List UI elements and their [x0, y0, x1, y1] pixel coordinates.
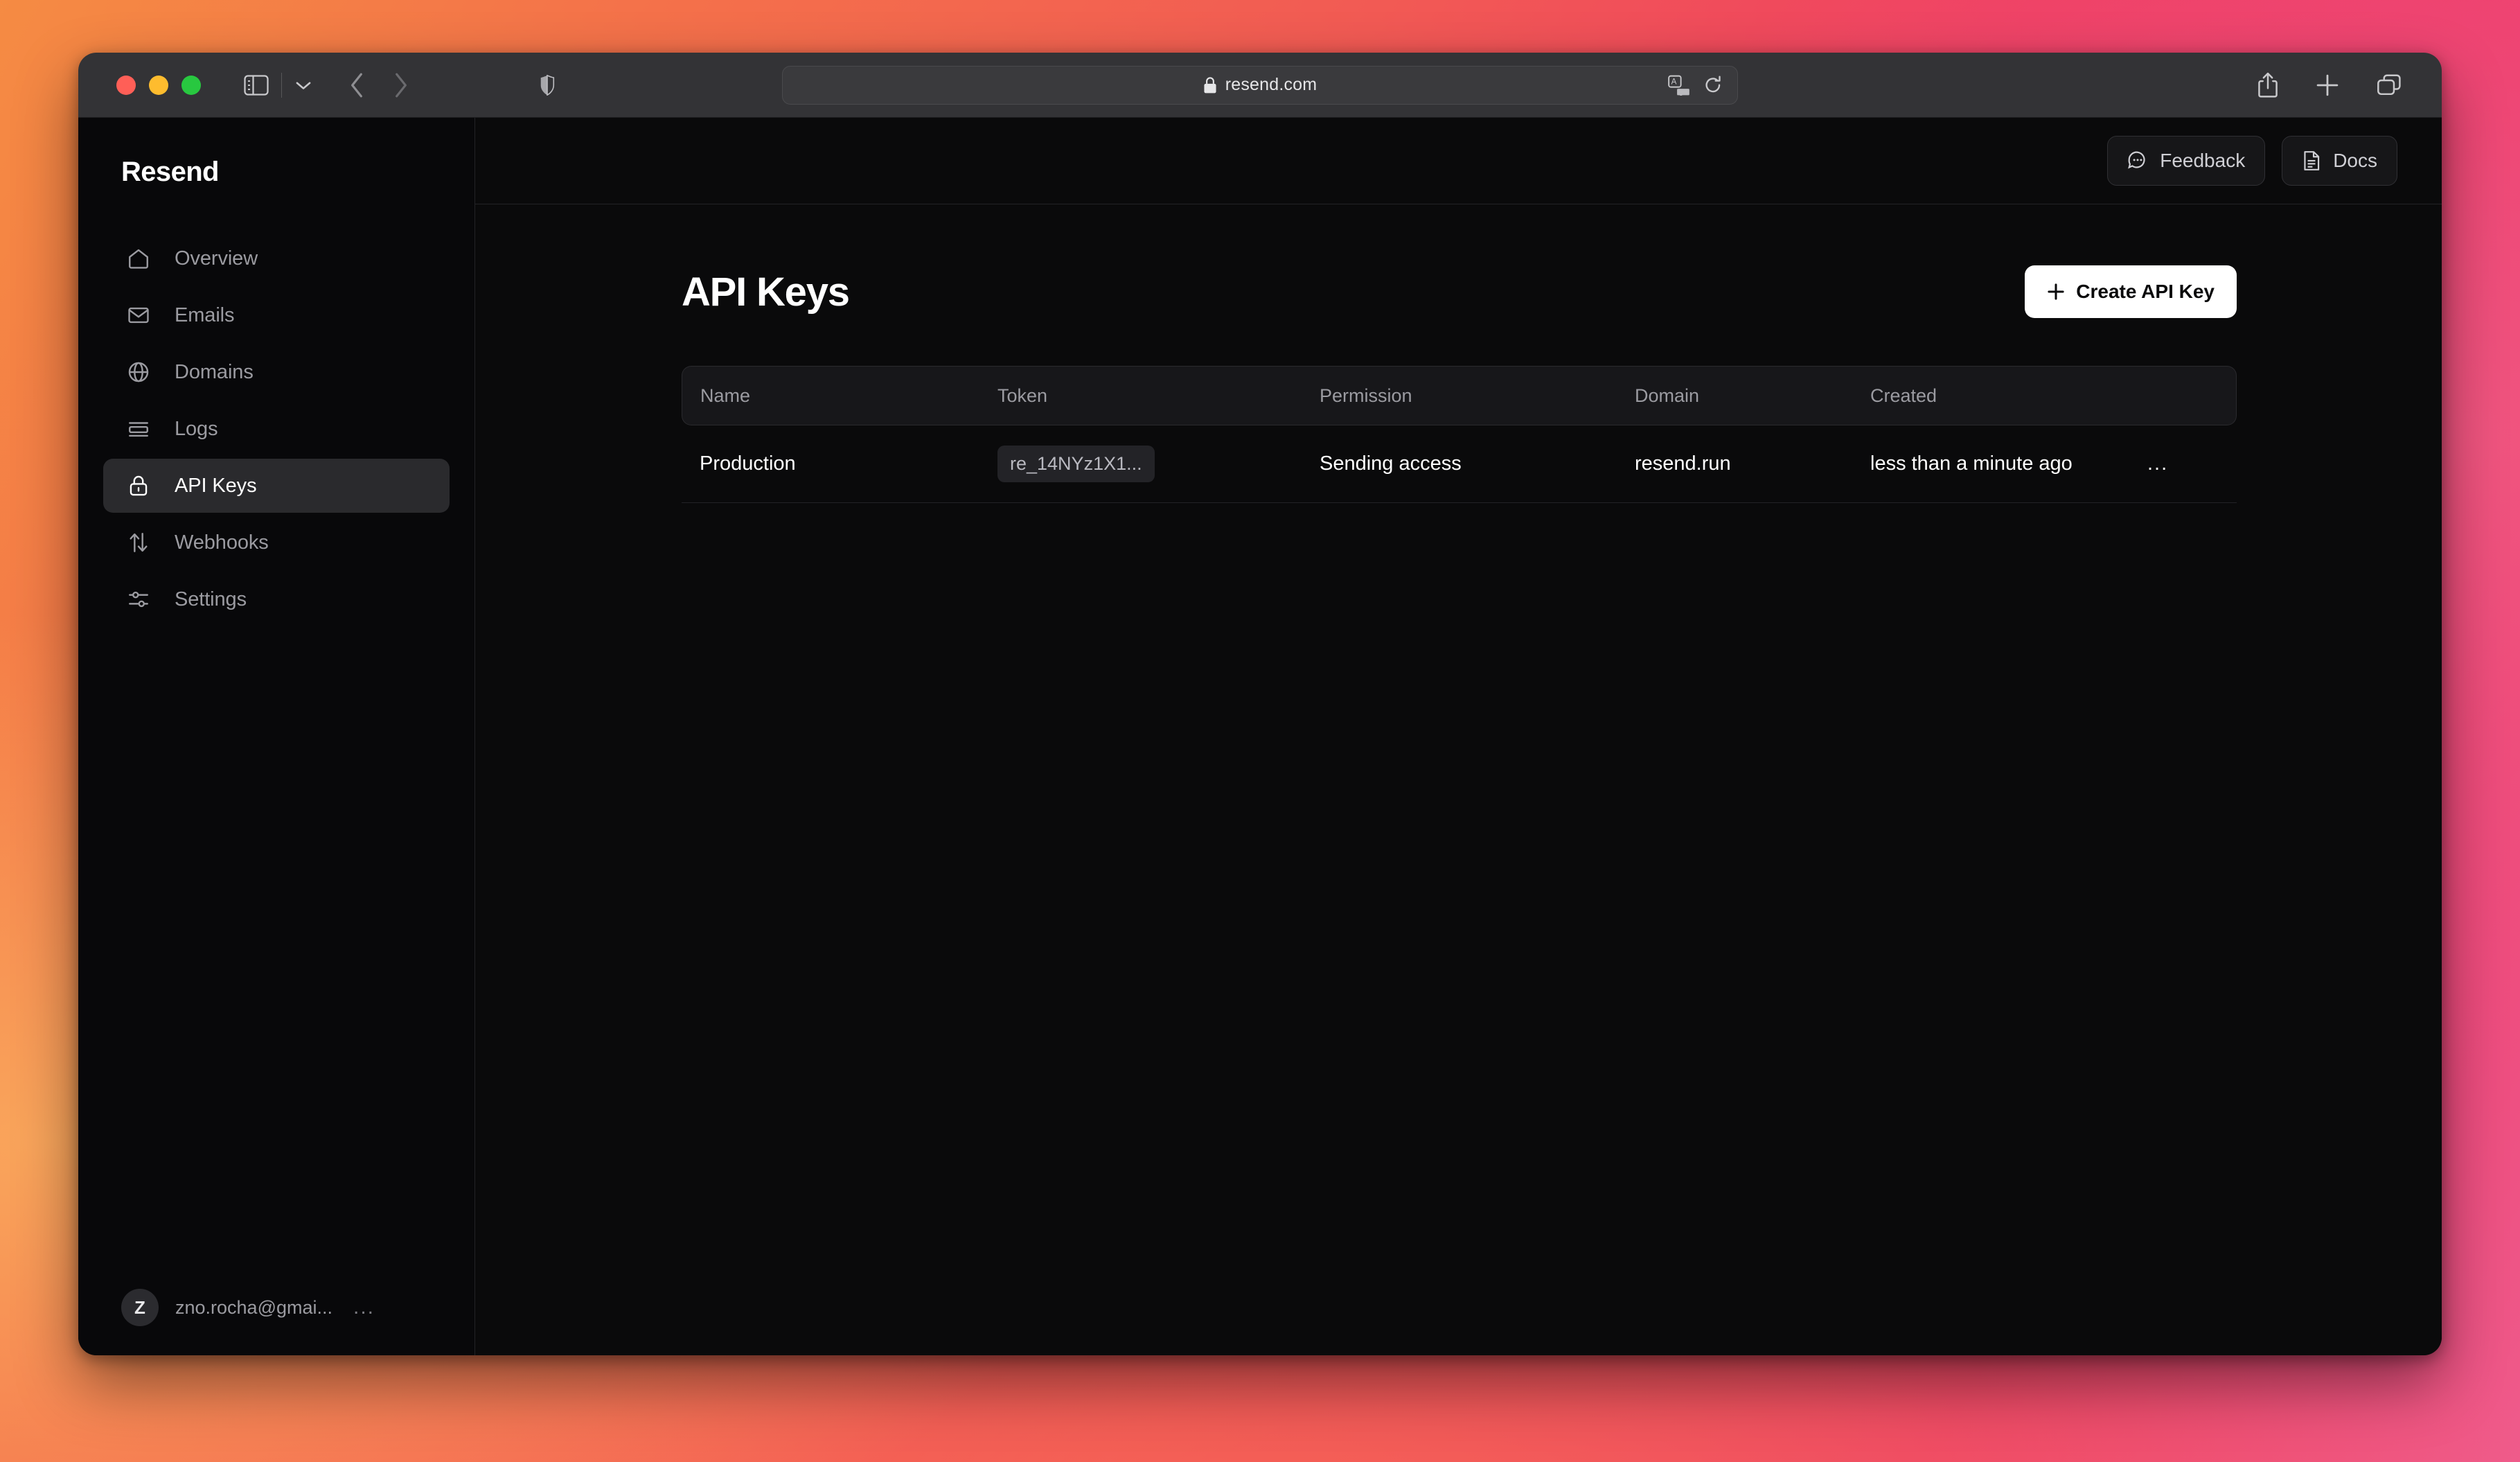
- sidebar: Resend Overview: [78, 118, 475, 1355]
- home-icon: [127, 247, 150, 270]
- cell-created: less than a minute ago: [1852, 425, 2129, 503]
- sidebar-nav: Overview Emails: [78, 231, 474, 626]
- window-traffic-lights: [116, 76, 201, 95]
- sidebar-item-label: API Keys: [175, 475, 256, 497]
- new-tab-button[interactable]: [2316, 73, 2339, 97]
- sidebar-item-overview[interactable]: Overview: [103, 231, 450, 285]
- address-bar-url: resend.com: [1225, 75, 1317, 95]
- back-button[interactable]: [348, 72, 365, 98]
- table-body: Production re_14NYz1X1... Sending access…: [682, 425, 2237, 503]
- plus-icon: [2047, 283, 2065, 301]
- avatar: Z: [121, 1289, 159, 1326]
- sliders-icon: [127, 588, 150, 611]
- logs-icon: [127, 417, 150, 441]
- user-email-label: zno.rocha@gmai...: [175, 1297, 332, 1319]
- cell-token: re_14NYz1X1...: [979, 425, 1302, 503]
- docs-button[interactable]: Docs: [2282, 136, 2397, 186]
- app-topbar: Feedback Docs: [475, 118, 2442, 204]
- document-icon: [2302, 150, 2321, 171]
- app-root: Resend Overview: [78, 118, 2442, 1355]
- minimize-window-button[interactable]: [149, 76, 168, 95]
- sidebar-item-label: Emails: [175, 304, 234, 327]
- shield-icon[interactable]: [540, 75, 555, 96]
- brand-logo-text: Resend: [121, 157, 474, 188]
- sidebar-item-api-keys[interactable]: API Keys: [103, 459, 450, 513]
- close-window-button[interactable]: [116, 76, 136, 95]
- lock-icon: [1203, 76, 1217, 94]
- sidebar-item-emails[interactable]: Emails: [103, 288, 450, 342]
- main-content: Feedback Docs: [475, 118, 2442, 1355]
- chat-bubble-icon: [2127, 150, 2148, 171]
- feedback-button-label: Feedback: [2160, 150, 2245, 172]
- column-header-name: Name: [682, 366, 979, 425]
- sidebar-item-settings[interactable]: Settings: [103, 572, 450, 626]
- user-more-menu-icon[interactable]: ...: [353, 1296, 375, 1319]
- create-api-key-label: Create API Key: [2076, 281, 2215, 303]
- token-chip[interactable]: re_14NYz1X1...: [997, 446, 1155, 482]
- page-header: API Keys Create API Key: [682, 265, 2237, 318]
- sidebar-item-label: Webhooks: [175, 531, 269, 554]
- sidebar-toggle-icon[interactable]: [244, 75, 269, 96]
- column-header-token: Token: [979, 366, 1302, 425]
- page-title: API Keys: [682, 269, 849, 315]
- sidebar-item-label: Settings: [175, 588, 247, 611]
- cell-permission: Sending access: [1302, 425, 1617, 503]
- sidebar-item-domains[interactable]: Domains: [103, 345, 450, 399]
- browser-toolbar: resend.com A: [78, 53, 2442, 118]
- brand[interactable]: Resend: [78, 118, 474, 204]
- chevron-down-icon[interactable]: [294, 79, 312, 91]
- column-header-actions: [2129, 366, 2237, 425]
- sidebar-item-logs[interactable]: Logs: [103, 402, 450, 456]
- table-row[interactable]: Production re_14NYz1X1... Sending access…: [682, 425, 2237, 503]
- sidebar-item-webhooks[interactable]: Webhooks: [103, 516, 450, 570]
- reload-icon[interactable]: [1704, 76, 1722, 95]
- row-actions-menu-icon[interactable]: ...: [2129, 425, 2237, 503]
- docs-button-label: Docs: [2333, 150, 2377, 172]
- share-icon[interactable]: [2257, 72, 2278, 98]
- cell-name: Production: [682, 425, 979, 503]
- arrows-updown-icon: [127, 531, 150, 554]
- envelope-icon: [127, 303, 150, 327]
- globe-icon: [127, 360, 150, 384]
- create-api-key-button[interactable]: Create API Key: [2025, 265, 2237, 318]
- sidebar-item-label: Overview: [175, 247, 258, 270]
- sidebar-item-label: Logs: [175, 418, 218, 441]
- column-header-domain: Domain: [1617, 366, 1852, 425]
- user-account-row[interactable]: Z zno.rocha@gmai... ...: [78, 1289, 474, 1326]
- page-content: API Keys Create API Key: [475, 204, 2442, 1355]
- address-bar[interactable]: resend.com A: [782, 66, 1738, 105]
- api-keys-table: Name Token Permission Domain Created Pro…: [682, 366, 2237, 503]
- table-head: Name Token Permission Domain Created: [682, 366, 2237, 425]
- translate-icon[interactable]: A: [1668, 75, 1690, 96]
- forward-button[interactable]: [393, 72, 409, 98]
- browser-window: resend.com A: [78, 53, 2442, 1355]
- column-header-permission: Permission: [1302, 366, 1617, 425]
- maximize-window-button[interactable]: [181, 76, 201, 95]
- feedback-button[interactable]: Feedback: [2107, 136, 2265, 186]
- tab-overview-button[interactable]: [2377, 74, 2402, 96]
- sidebar-item-label: Domains: [175, 361, 254, 384]
- cell-domain: resend.run: [1617, 425, 1852, 503]
- table-header-row: Name Token Permission Domain Created: [682, 366, 2237, 425]
- toolbar-divider: [281, 73, 282, 98]
- lock-icon: [127, 474, 150, 497]
- svg-text:A: A: [1671, 77, 1677, 86]
- column-header-created: Created: [1852, 366, 2129, 425]
